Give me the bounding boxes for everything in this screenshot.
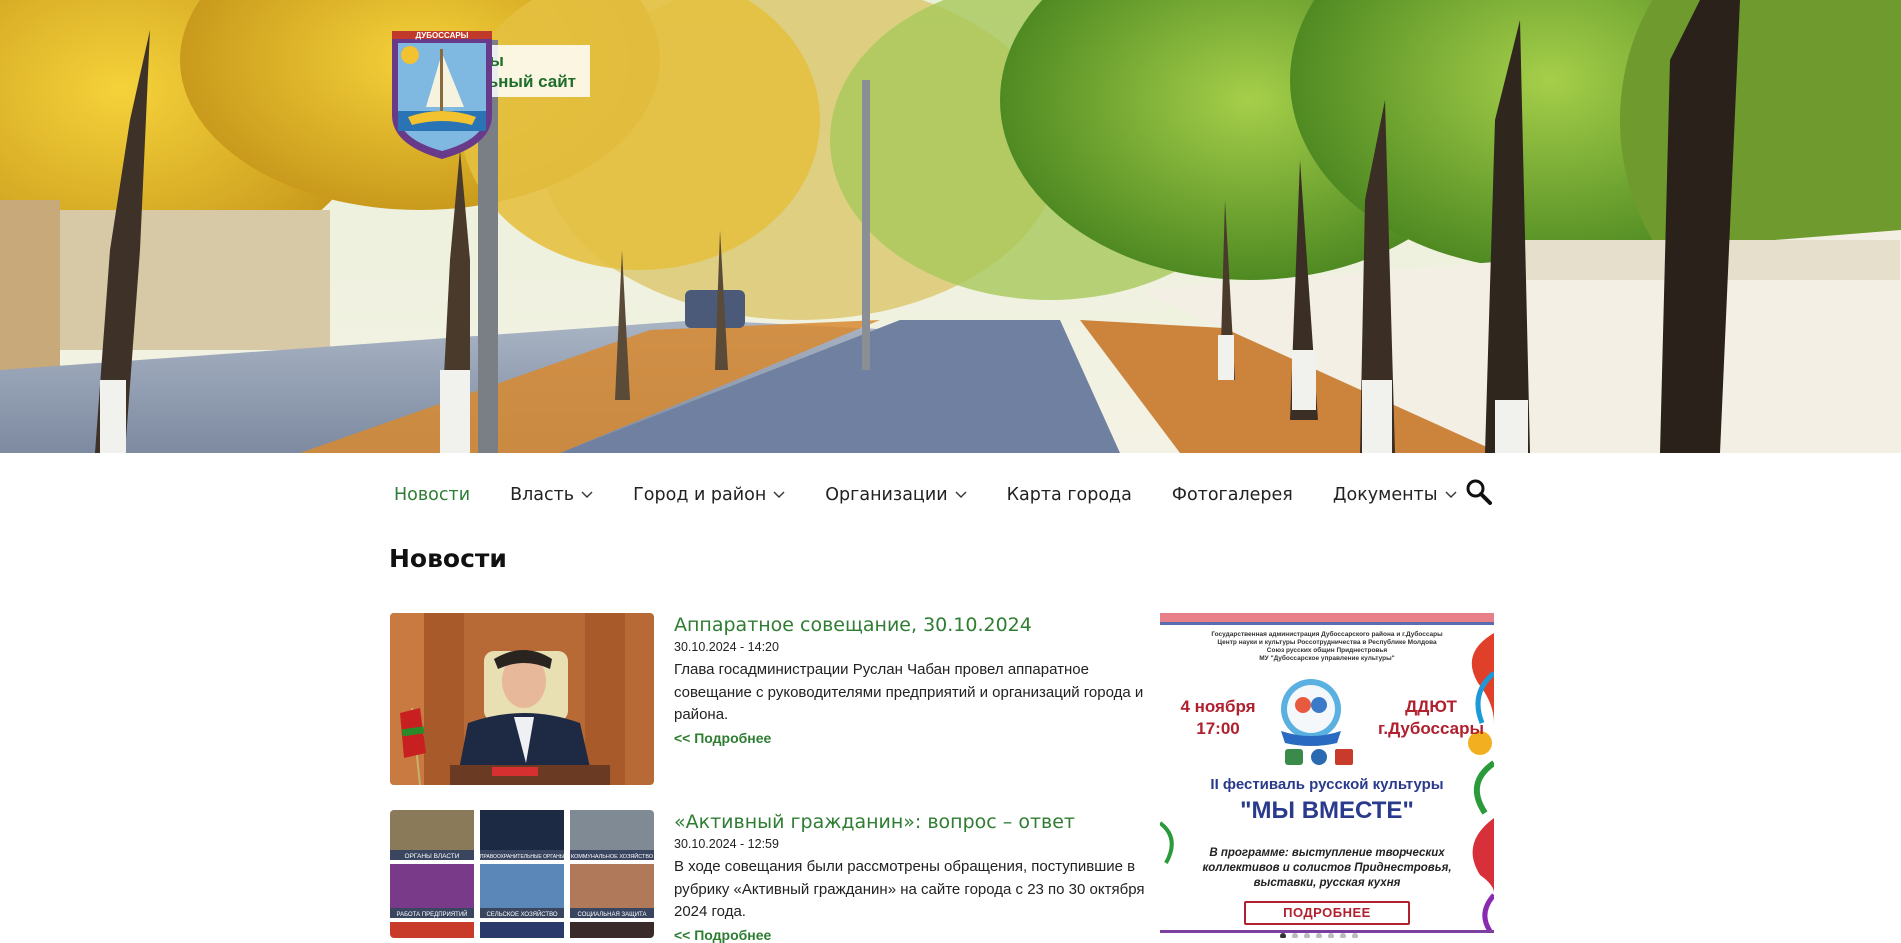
page-title: Новости [389, 544, 507, 573]
slider-dots[interactable] [1280, 933, 1364, 938]
event-venue: ДДЮТ [1405, 697, 1457, 716]
news-title-link[interactable]: «Активный гражданин»: вопрос – ответ [674, 810, 1149, 834]
nav-item-label[interactable]: Карта города [1007, 485, 1132, 505]
tile-label: РАБОТА ПРЕДПРИЯТИЙ [397, 910, 468, 918]
news-summary: Глава госадминистрации Руслан Чабан пров… [674, 661, 1144, 723]
slider-dot[interactable] [1304, 933, 1310, 938]
nav-item-news[interactable]: Новости [394, 485, 470, 505]
nav-item-label[interactable]: Власть [510, 485, 574, 505]
nav-item-organizations[interactable]: Организации [825, 485, 967, 505]
event-time: 17:00 [1196, 719, 1240, 738]
hero-banner: ДУБОССАРЫ Дубоссары Официальный сайт [0, 0, 1901, 453]
news-thumbnail[interactable]: ОРГАНЫ ВЛАСТИ ПРАВООХРАНИТЕЛЬНЫЕ ОРГАНЫ … [390, 810, 654, 938]
slider-dot[interactable] [1352, 933, 1358, 938]
slider-dot[interactable] [1280, 933, 1286, 938]
slider-dot[interactable] [1316, 933, 1322, 938]
read-more-link[interactable]: << Подробнее [674, 730, 1149, 746]
nav-item-authority[interactable]: Власть [510, 485, 593, 505]
nav-item-label[interactable]: Организации [825, 485, 947, 505]
news-body: «Активный гражданин»: вопрос – ответ 30.… [674, 810, 1149, 943]
nav-item-photo-gallery[interactable]: Фотогалерея [1172, 485, 1293, 505]
news-thumbnail[interactable] [390, 613, 654, 785]
event-city: г.Дубоссары [1377, 719, 1484, 738]
festival-name: "МЫ ВМЕСТЕ" [1240, 797, 1414, 824]
nav-item-label[interactable]: Фотогалерея [1172, 485, 1293, 505]
search-icon[interactable] [1465, 478, 1493, 506]
news-title-link[interactable]: Аппаратное совещание, 30.10.2024 [674, 613, 1149, 637]
banner-more-button[interactable]: ПОДРОБНЕЕ [1244, 901, 1410, 925]
chevron-down-icon[interactable] [773, 491, 785, 499]
news-photo-official[interactable] [390, 613, 654, 785]
news-date: 30.10.2024 - 14:20 [674, 640, 779, 654]
nav-item-label[interactable]: Документы [1333, 485, 1438, 505]
festival-logo [1281, 679, 1341, 746]
chevron-down-icon[interactable] [581, 491, 593, 499]
nav-item-city-map[interactable]: Карта города [1007, 485, 1132, 505]
news-item: Аппаратное совещание, 30.10.2024 30.10.2… [390, 613, 1143, 788]
festival-program: В программе: выступление творческих колл… [1202, 847, 1452, 889]
city-crest-logo[interactable]: ДУБОССАРЫ [388, 25, 496, 163]
chevron-down-icon[interactable] [955, 491, 967, 499]
banner-organizers: Государственная администрация Дубоссарск… [1211, 631, 1443, 662]
slider-dot[interactable] [1340, 933, 1346, 938]
tile-label: СОЦИАЛЬНАЯ ЗАЩИТА [578, 912, 647, 918]
hero-photo [0, 0, 1901, 453]
site-brand[interactable]: ДУБОССАРЫ Дубоссары Официальный сайт [388, 25, 591, 159]
tile-label: КОММУНАЛЬНОЕ ХОЗЯЙСТВО [571, 852, 654, 860]
partner-logos [1285, 749, 1353, 765]
event-banner-slider[interactable]: Государственная администрация Дубоссарск… [1160, 613, 1494, 938]
news-collage-categories[interactable]: ОРГАНЫ ВЛАСТИ ПРАВООХРАНИТЕЛЬНЫЕ ОРГАНЫ … [390, 810, 654, 938]
event-place: ДДЮТ г.Дубоссары [1364, 696, 1494, 740]
news-body: Аппаратное совещание, 30.10.2024 30.10.2… [674, 613, 1149, 746]
nav-item-city-district[interactable]: Город и район [633, 485, 785, 505]
nav-item-label[interactable]: Новости [394, 485, 470, 505]
crest-text: ДУБОССАРЫ [415, 31, 468, 40]
tile-label: СЕЛЬСКОЕ ХОЗЯЙСТВО [486, 910, 557, 918]
news-date: 30.10.2024 - 12:59 [674, 837, 779, 851]
nav-item-label[interactable]: Город и район [633, 485, 766, 505]
news-item: ОРГАНЫ ВЛАСТИ ПРАВООХРАНИТЕЛЬНЫЕ ОРГАНЫ … [390, 810, 1145, 943]
chevron-down-icon[interactable] [1445, 491, 1457, 499]
slider-dot[interactable] [1292, 933, 1298, 938]
read-more-link[interactable]: << Подробнее [674, 927, 1149, 943]
news-summary: В ходе совещания были рассмотрены обраще… [674, 858, 1145, 920]
slider-dot[interactable] [1328, 933, 1334, 938]
tile-label: ОРГАНЫ ВЛАСТИ [405, 853, 460, 860]
main-nav: Новости Власть Город и район Организации… [394, 478, 1497, 512]
tile-label: ПРАВООХРАНИТЕЛЬНЫЕ ОРГАНЫ [480, 854, 565, 860]
nav-item-documents[interactable]: Документы [1333, 485, 1457, 505]
event-date: 4 ноября 17:00 [1168, 696, 1268, 740]
event-day: 4 ноября [1180, 697, 1256, 716]
festival-subtitle: II фестиваль русской культуры [1210, 776, 1444, 793]
